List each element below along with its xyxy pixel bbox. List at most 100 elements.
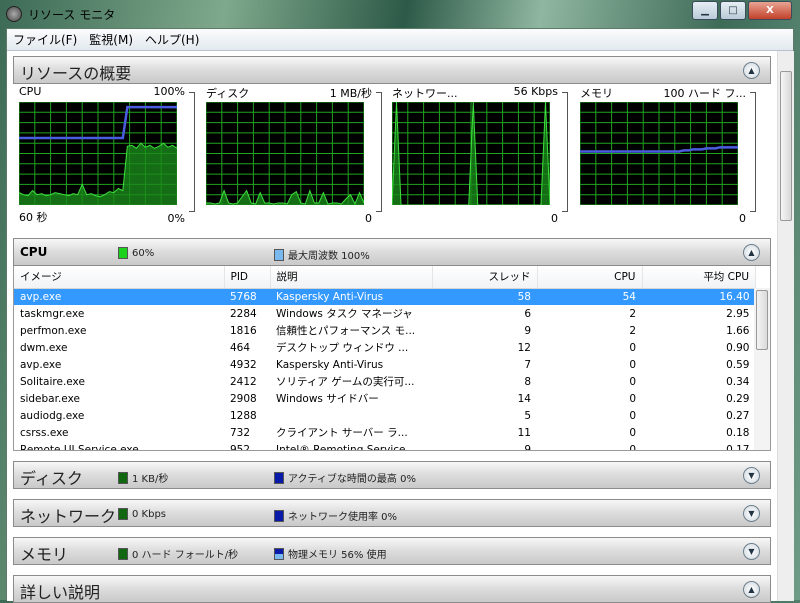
image-cell: avp.exe — [20, 358, 62, 371]
expand-icon[interactable]: ▼ — [743, 505, 760, 522]
scale-bracket — [750, 92, 756, 212]
collapse-icon[interactable]: ▲ — [743, 62, 760, 79]
col-threads[interactable]: スレッド — [432, 266, 538, 289]
expand-icon[interactable]: ▼ — [743, 467, 760, 484]
graph-min: 0 — [365, 212, 372, 225]
avg-cpu-cell: 2.95 — [726, 307, 750, 320]
image-cell: taskmgr.exe — [20, 307, 85, 320]
memory-faults-swatch — [118, 547, 128, 560]
pid-cell: 2284 — [230, 307, 257, 320]
app-icon — [6, 6, 22, 22]
description-cell: Kaspersky Anti-Virus — [270, 288, 432, 305]
graph-time: 60 秒 — [19, 211, 48, 224]
close-button[interactable]: X — [748, 1, 792, 20]
avg-cpu-cell: 0.59 — [726, 358, 750, 371]
description-cell: 信頼性とパフォーマンス モ... — [276, 325, 416, 337]
graph-0: CPU 100% 60 秒 0% — [19, 85, 199, 225]
avg-cpu-cell: 0.29 — [726, 392, 750, 405]
table-row[interactable]: sidebar.exe 2908 Windows サイドバー 14 0 0.29 — [14, 390, 756, 407]
graph-plot — [19, 102, 177, 205]
disk-swatch — [118, 471, 128, 484]
network-usage-swatch — [274, 509, 284, 522]
graph-plot — [580, 102, 738, 205]
graph-min: 0 — [551, 212, 558, 225]
table-row[interactable]: taskmgr.exe 2284 Windows タスク マネージャ 6 2 2.95 — [14, 305, 756, 322]
cpu-usage: 60% — [132, 247, 155, 259]
details-header[interactable]: 詳しい説明 ▲ — [13, 575, 771, 603]
table-row[interactable]: avp.exe 5768 Kaspersky Anti-Virus 58 54 16.40 — [14, 288, 756, 305]
scroll-thumb[interactable] — [756, 290, 768, 350]
threads-cell: 6 — [524, 307, 531, 320]
table-row[interactable]: dwm.exe 464 デスクトップ ウィンドウ ... 12 0 0.90 — [14, 339, 756, 356]
table-row[interactable]: audiodg.exe 1288 5 0 0.27 — [14, 407, 756, 424]
disk-active-swatch — [274, 471, 284, 484]
description-cell: Windows タスク マネージャ — [276, 308, 413, 320]
avg-cpu-cell: 16.40 — [642, 288, 756, 305]
avg-cpu-cell: 0.27 — [726, 409, 750, 422]
pid-cell: 2412 — [230, 375, 257, 388]
network-header[interactable]: ネットワーク 0 Kbps ネットワーク使用率 0% ▼ — [13, 499, 771, 527]
table-row[interactable]: perfmon.exe 1816 信頼性とパフォーマンス モ... 9 2 1.66 — [14, 322, 756, 339]
description-cell: Kaspersky Anti-Virus — [276, 358, 384, 371]
disk-header[interactable]: ディスク 1 KB/秒 アクティブな時間の最高 0% ▼ — [13, 461, 771, 489]
cpu-cell: 0 — [629, 409, 636, 422]
disk-rate: 1 KB/秒 — [132, 474, 169, 485]
window: ファイル(F) 監視(M) ヘルプ(H) リソースの概要 ▲ CPU 100% … — [6, 28, 794, 603]
pid-cell: 952 — [230, 443, 251, 451]
process-table: イメージ PID 説明 スレッド CPU 平均 CPU avp.exe 5768 K… — [14, 266, 756, 451]
overview-header[interactable]: リソースの概要 ▲ — [13, 56, 771, 84]
table-row[interactable]: csrss.exe 732 クライアント サーバー ラ... 11 0 0.18 — [14, 424, 756, 441]
col-avg-cpu[interactable]: 平均 CPU — [642, 266, 756, 289]
minimize-button[interactable]: ▁ — [692, 1, 718, 20]
network-rate: 0 Kbps — [132, 508, 167, 520]
table-row[interactable]: Solitaire.exe 2412 ソリティア ゲームの実行可... 8 0 0.34 — [14, 373, 756, 390]
disk-title: ディスク — [20, 469, 83, 488]
threads-cell: 12 — [517, 341, 531, 354]
description-cell: ソリティア ゲームの実行可... — [276, 376, 415, 388]
threads-cell: 5 — [524, 409, 531, 422]
avg-cpu-cell: 0.18 — [726, 426, 750, 439]
memory-physical: 物理メモリ 56% 使用 — [288, 550, 387, 561]
image-cell: sidebar.exe — [20, 392, 80, 405]
window-title: リソース モニタ — [28, 8, 116, 22]
collapse-icon[interactable]: ▲ — [743, 581, 760, 598]
details-title: 詳しい説明 — [20, 583, 101, 602]
menu-file[interactable]: ファイル(F) — [13, 31, 77, 48]
maximize-button[interactable]: □ — [720, 1, 746, 20]
image-cell: audiodg.exe — [20, 409, 85, 422]
graph-plot — [206, 102, 364, 205]
network-usage: ネットワーク使用率 0% — [288, 512, 398, 523]
table-row[interactable]: Remote UI Service.exe 952 Intel® Remoting … — [14, 441, 756, 451]
main-scrollbar[interactable] — [777, 51, 794, 601]
image-cell: perfmon.exe — [20, 324, 87, 337]
col-pid[interactable]: PID — [224, 266, 271, 289]
cpu-cell: 0 — [629, 375, 636, 388]
cpu-header[interactable]: CPU 60% 最大周波数 100% ▲ — [13, 238, 771, 266]
threads-cell: 11 — [517, 426, 531, 439]
menu-help[interactable]: ヘルプ(H) — [145, 31, 199, 48]
table-row[interactable]: avp.exe 4932 Kaspersky Anti-Virus 7 0 0.59 — [14, 356, 756, 373]
overview-title: リソースの概要 — [20, 64, 132, 83]
graph-max: 100% — [153, 85, 185, 98]
graph-max: 100 ハード フ... — [663, 87, 746, 100]
expand-icon[interactable]: ▼ — [743, 543, 760, 560]
memory-header[interactable]: メモリ 0 ハード フォールト/秒 物理メモリ 56% 使用 ▼ — [13, 537, 771, 565]
collapse-icon[interactable]: ▲ — [743, 244, 760, 261]
menu-monitor[interactable]: 監視(M) — [89, 31, 133, 48]
avg-cpu-cell: 0.34 — [726, 375, 750, 388]
graph-1: ディスク 1 MB/秒 0 — [206, 85, 386, 225]
cpu-freq-swatch — [274, 248, 284, 261]
memory-title: メモリ — [20, 545, 69, 564]
graph-label: ネットワー... — [392, 87, 458, 100]
table-scrollbar[interactable] — [754, 288, 770, 450]
cpu-cell: 0 — [629, 341, 636, 354]
graph-label: CPU — [19, 85, 42, 98]
col-description[interactable]: 説明 — [270, 266, 433, 289]
col-image[interactable]: イメージ — [14, 266, 225, 289]
pid-cell: 4932 — [230, 358, 257, 371]
cpu-cell: 0 — [629, 358, 636, 371]
threads-cell: 7 — [524, 358, 531, 371]
col-cpu[interactable]: CPU — [537, 266, 643, 289]
memory-physical-swatch — [274, 547, 284, 560]
main-scroll-thumb[interactable] — [780, 71, 792, 221]
